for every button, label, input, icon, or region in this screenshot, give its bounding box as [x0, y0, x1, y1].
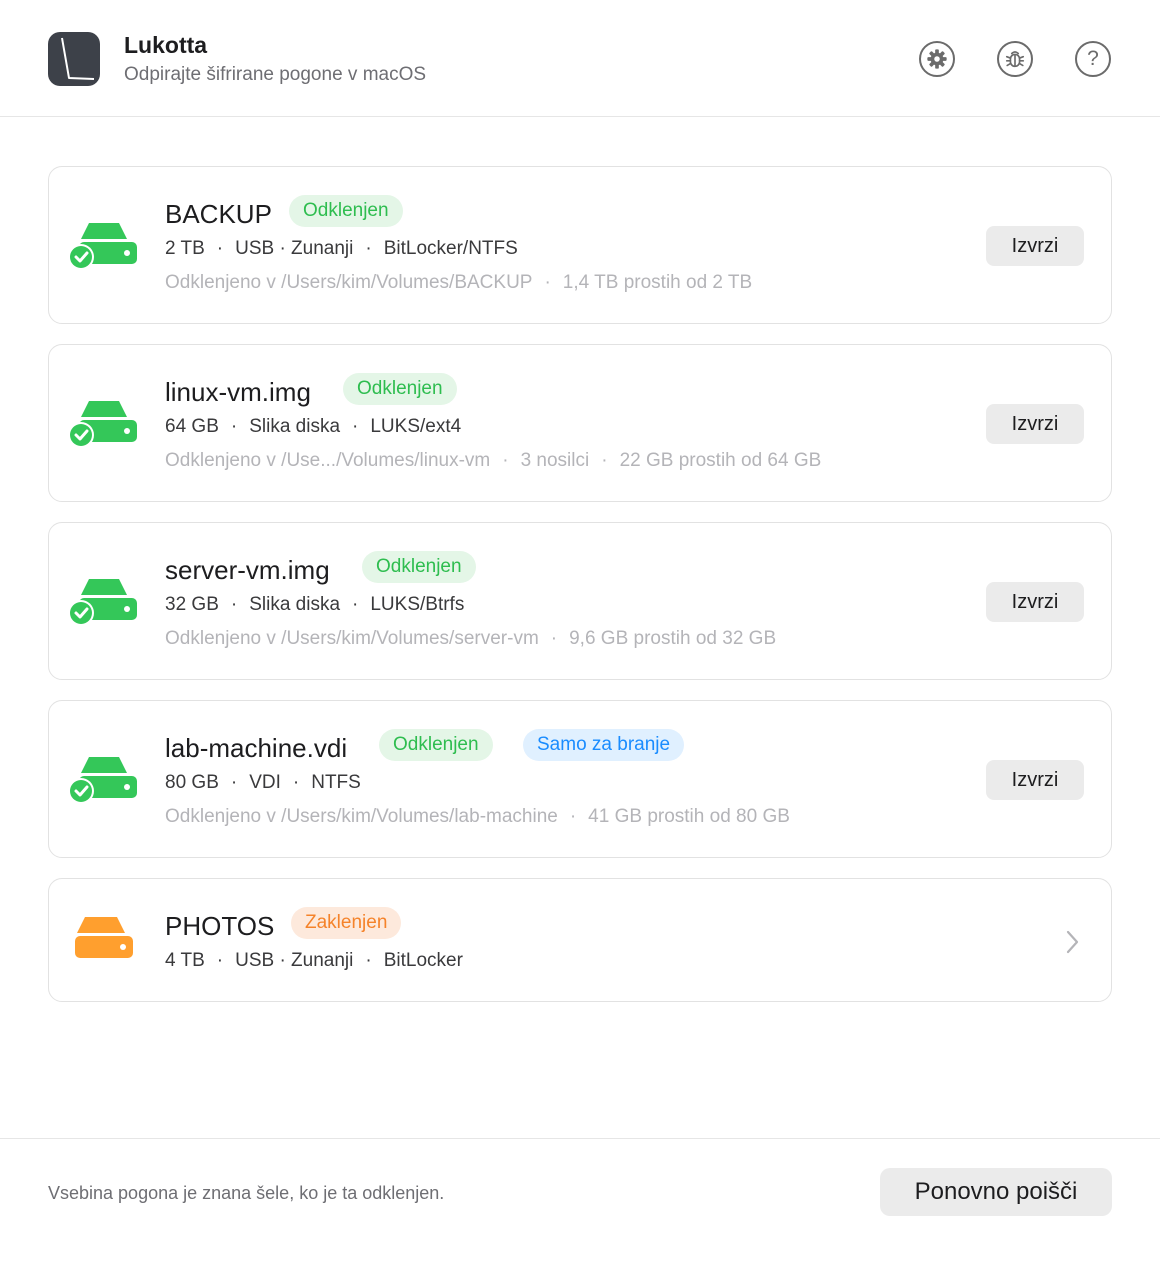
- drive-format: LUKS/Btrfs: [370, 594, 465, 615]
- drive-name: PHOTOS: [165, 911, 275, 941]
- drive-type: Slika diska: [249, 416, 341, 437]
- drive-meta: 32 GB · Slika diska · LUKS/Btrfs: [165, 594, 465, 615]
- drive-name: linux-vm.img: [165, 377, 311, 407]
- drive-card-lab-machine[interactable]: lab-machine.vdi Odklenjen Samo za branje…: [48, 700, 1112, 858]
- readonly-badge: Samo za branje: [523, 729, 685, 761]
- drive-format: BitLocker/NTFS: [383, 238, 518, 259]
- gear-icon: [927, 49, 947, 69]
- footer-note: Vsebina pogona je znana šele, ko je ta o…: [48, 1183, 445, 1203]
- drive-size: 80 GB: [165, 772, 219, 793]
- footer: Vsebina pogona je znana šele, ko je ta o…: [0, 1138, 1160, 1264]
- drive-card-backup[interactable]: BACKUP Odklenjen 2 TB · USB · Zunanji · BitL…: [48, 166, 1112, 324]
- drive-details: Odklenjeno v /Users/kim/Volumes/BACKUP · 1…: [165, 272, 753, 293]
- free-space: 41 GB prostih od 80 GB: [588, 806, 790, 827]
- mount-path: Odklenjeno v /Use.../Volumes/linux-vm: [165, 450, 491, 471]
- drive-card-linux-vm[interactable]: linux-vm.img Odklenjen 64 GB · Slika diska…: [48, 344, 1112, 502]
- drive-size: 64 GB: [165, 416, 219, 437]
- chevron-right-icon: [1066, 930, 1079, 954]
- drive-size: 4 TB: [165, 950, 205, 971]
- drive-card-server-vm[interactable]: server-vm.img Odklenjen 32 GB · Slika disk…: [48, 522, 1112, 680]
- eject-button[interactable]: Izvrzi: [986, 582, 1084, 622]
- drive-type: USB · Zunanji: [235, 238, 354, 259]
- status-badge: Odklenjen: [379, 729, 493, 761]
- drive-type: VDI: [249, 772, 281, 793]
- drive-meta: 2 TB · USB · Zunanji · BitLocker/NTFS: [165, 238, 518, 259]
- app-title: Lukotta: [124, 32, 208, 58]
- drive-details: Odklenjeno v /Users/kim/Volumes/server-v…: [165, 628, 777, 649]
- status-badge: Zaklenjen: [291, 907, 402, 939]
- status-badge: Odklenjen: [362, 551, 476, 583]
- drive-unlocked-icon: [68, 579, 137, 626]
- bug-icon: [1005, 51, 1025, 68]
- drive-card-photos[interactable]: PHOTOS Zaklenjen 4 TB · USB · Zunanji · BitL…: [48, 878, 1112, 1002]
- drive-details: Odklenjeno v /Use.../Volumes/linux-vm · 3 …: [165, 450, 822, 471]
- drive-size: 2 TB: [165, 238, 205, 259]
- drive-unlocked-icon: [68, 401, 137, 448]
- report-bug-button[interactable]: [997, 41, 1033, 77]
- app-logo: [48, 32, 100, 86]
- help-icon: ?: [1087, 47, 1099, 70]
- drive-name: lab-machine.vdi: [165, 733, 348, 763]
- drive-format: LUKS/ext4: [370, 416, 462, 437]
- drive-format: NTFS: [311, 772, 361, 793]
- settings-button[interactable]: [919, 41, 955, 77]
- drive-name: BACKUP: [165, 199, 272, 229]
- volume-count: 3 nosilci: [520, 450, 590, 471]
- app-header: Lukotta Odpirajte šifrirane pogone v mac…: [0, 0, 1160, 117]
- drive-type: Slika diska: [249, 594, 341, 615]
- drive-unlocked-icon: [68, 757, 137, 804]
- app-subtitle: Odpirajte šifrirane pogone v macOS: [124, 64, 427, 85]
- drive-meta: 4 TB · USB · Zunanji · BitLocker: [165, 950, 463, 971]
- eject-button[interactable]: Izvrzi: [986, 226, 1084, 266]
- eject-button[interactable]: Izvrzi: [986, 404, 1084, 444]
- status-badge: Odklenjen: [343, 373, 457, 405]
- drive-locked-icon: [75, 917, 133, 958]
- status-badge: Odklenjen: [289, 195, 403, 227]
- mount-path: Odklenjeno v /Users/kim/Volumes/server-v…: [165, 628, 539, 649]
- drive-format: BitLocker: [383, 950, 463, 971]
- mount-path: Odklenjeno v /Users/kim/Volumes/lab-mach…: [165, 806, 558, 827]
- drive-name: server-vm.img: [165, 555, 330, 585]
- rescan-button[interactable]: Ponovno poišči: [880, 1168, 1112, 1216]
- drive-details: Odklenjeno v /Users/kim/Volumes/lab-mach…: [165, 806, 790, 827]
- help-button[interactable]: ?: [1075, 41, 1111, 77]
- free-space: 22 GB prostih od 64 GB: [619, 450, 822, 471]
- drive-size: 32 GB: [165, 594, 219, 615]
- drive-unlocked-icon: [68, 223, 137, 270]
- eject-button[interactable]: Izvrzi: [986, 760, 1084, 800]
- drive-type: USB · Zunanji: [235, 950, 354, 971]
- free-space: 9,6 GB prostih od 32 GB: [569, 628, 777, 649]
- drive-meta: 80 GB · VDI · NTFS: [165, 772, 361, 793]
- free-space: 1,4 TB prostih od 2 TB: [562, 272, 753, 293]
- mount-path: Odklenjeno v /Users/kim/Volumes/BACKUP: [165, 272, 533, 293]
- drive-meta: 64 GB · Slika diska · LUKS/ext4: [165, 416, 462, 437]
